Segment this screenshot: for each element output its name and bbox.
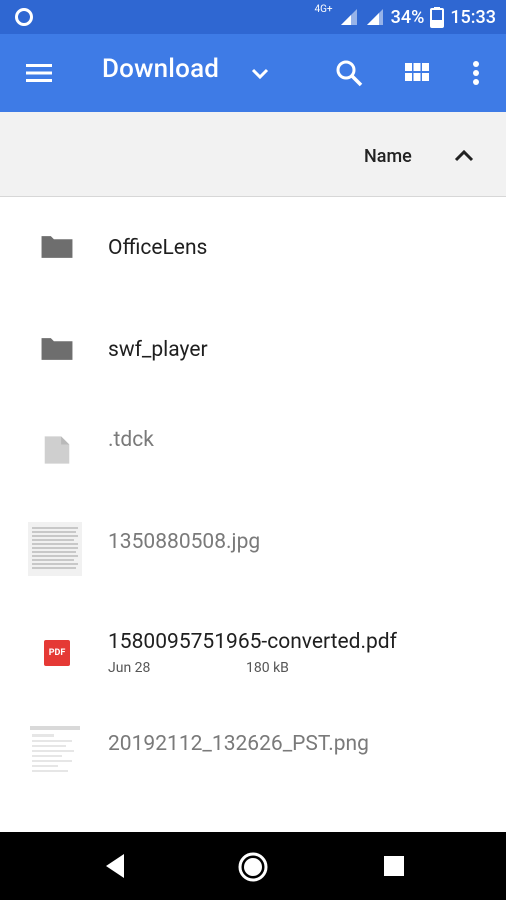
file-icon: [44, 436, 70, 464]
notification-circle-icon: [15, 8, 33, 26]
file-date: Jun 28: [108, 660, 151, 676]
clock: 15:33: [450, 6, 496, 28]
app-bar: Download: [0, 34, 506, 112]
image-thumbnail: [28, 522, 82, 576]
grid-view-icon[interactable]: [402, 58, 432, 88]
battery-icon: [430, 7, 445, 28]
more-vert-icon[interactable]: [462, 58, 490, 88]
list-item[interactable]: .tdck: [0, 402, 506, 504]
file-name: 20192112_132626_PST.png: [108, 732, 369, 756]
sort-bar: Name: [0, 112, 506, 197]
back-icon[interactable]: [102, 852, 130, 880]
recent-apps-icon[interactable]: [382, 854, 406, 878]
file-name: .tdck: [108, 428, 154, 452]
file-name: swf_player: [108, 338, 208, 362]
status-bar: 4G+ 34% 15:33: [0, 0, 506, 34]
search-icon[interactable]: [334, 58, 364, 88]
signal-icon-2: [366, 9, 383, 25]
home-icon[interactable]: [236, 850, 270, 884]
list-item[interactable]: 20192112_132626_PST.png: [0, 700, 506, 802]
folder-icon: [41, 338, 73, 360]
list-item[interactable]: swf_player: [0, 300, 506, 402]
list-item[interactable]: PDF 1580095751965-converted.pdf Jun 28 1…: [0, 598, 506, 700]
list-item[interactable]: OfficeLens: [0, 198, 506, 300]
image-thumbnail: [28, 724, 82, 778]
file-size: 180 kB: [246, 660, 289, 676]
pdf-icon: PDF: [44, 640, 70, 666]
file-name: 1350880508.jpg: [108, 530, 261, 554]
sort-direction-icon[interactable]: [450, 142, 478, 170]
file-name: 1580095751965-converted.pdf: [108, 630, 397, 654]
list-item[interactable]: 1350880508.jpg: [0, 496, 506, 598]
navigation-bar: [0, 832, 506, 900]
file-name: OfficeLens: [108, 236, 208, 260]
chevron-down-icon[interactable]: [248, 62, 272, 86]
menu-icon[interactable]: [24, 58, 54, 88]
pdf-badge-label: PDF: [48, 648, 66, 658]
signal-icon: [340, 9, 357, 25]
folder-icon: [41, 236, 73, 258]
battery-percent: 34%: [390, 6, 425, 28]
sort-by-name[interactable]: Name: [364, 146, 412, 167]
network-type: 4G+: [314, 3, 333, 15]
folder-title[interactable]: Download: [102, 54, 219, 84]
